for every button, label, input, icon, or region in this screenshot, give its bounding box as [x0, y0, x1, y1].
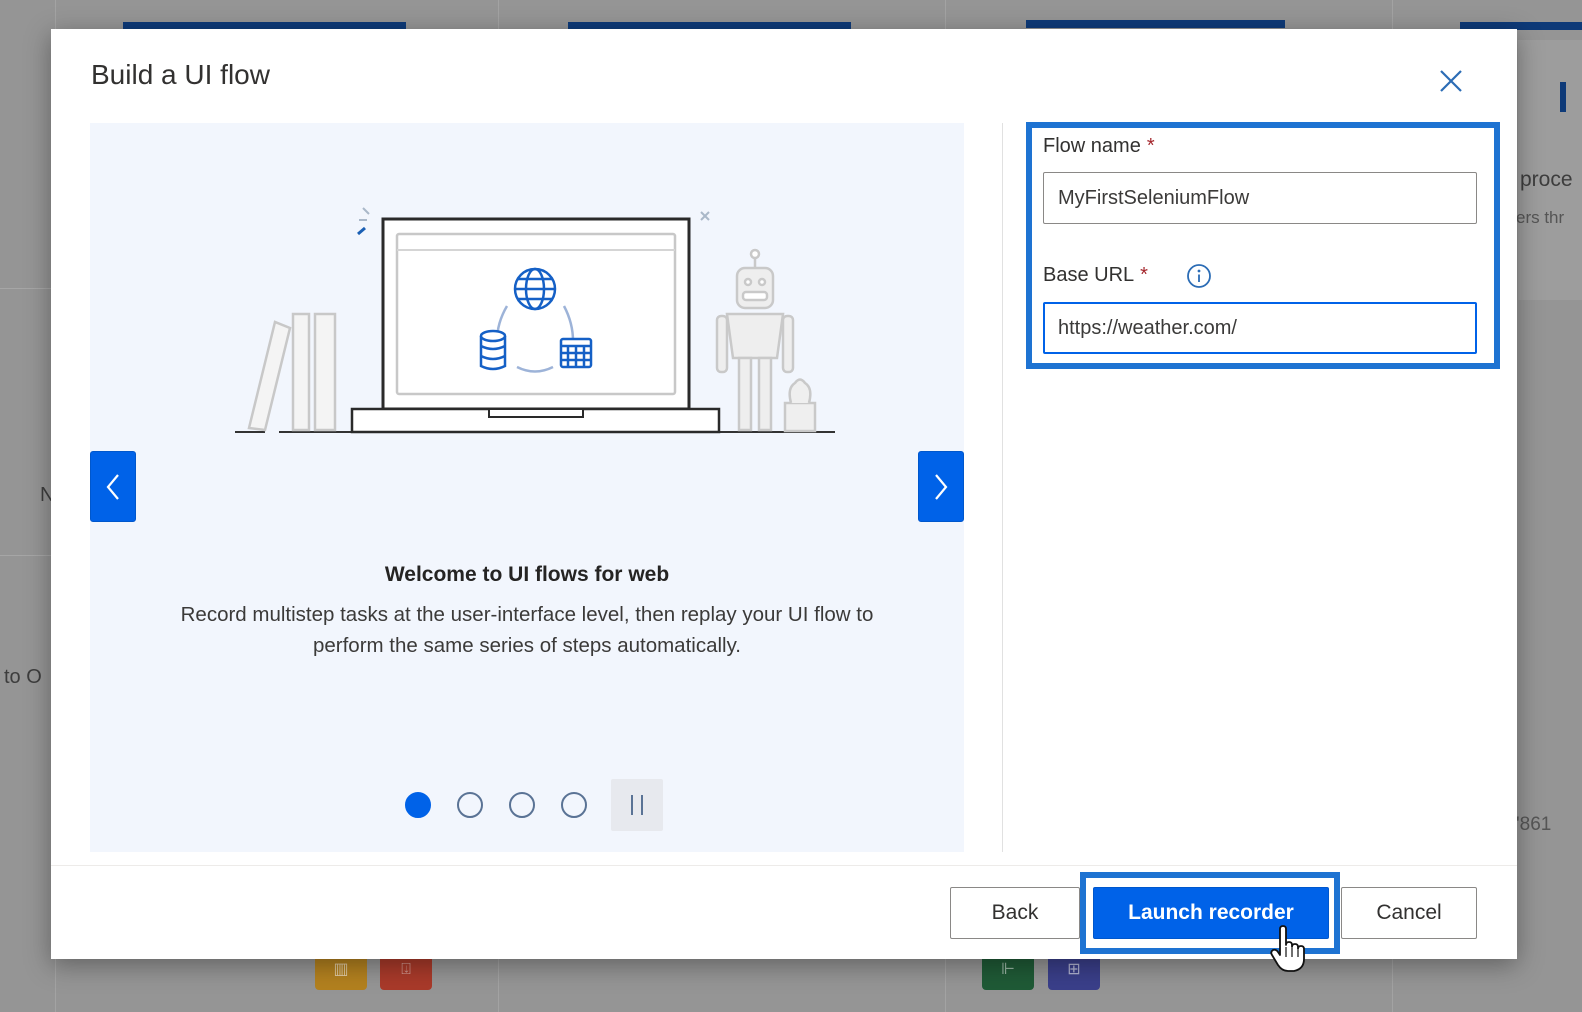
flow-name-label-text: Flow name — [1043, 135, 1141, 157]
base-url-label-text: Base URL — [1043, 264, 1135, 286]
bg-partial-text: to O — [4, 666, 42, 688]
bg-partial-number: '861 — [1516, 814, 1552, 835]
laptop-robot-illustration — [235, 207, 835, 434]
calculator-icon — [559, 337, 593, 369]
back-button[interactable]: Back — [950, 887, 1080, 939]
close-icon — [1440, 70, 1462, 92]
slide-description: Record multistep tasks at the user-inter… — [180, 603, 874, 657]
flow-name-label: Flow name * — [1043, 135, 1155, 158]
build-ui-flow-dialog: Build a UI flow Welcome to UI flows for … — [51, 29, 1517, 959]
dialog-title: Build a UI flow — [91, 59, 270, 90]
slide-dot-2[interactable] — [457, 792, 483, 818]
intro-carousel: Welcome to UI flows for web Record multi… — [90, 123, 964, 852]
slide-indicators — [405, 779, 663, 831]
footer-divider — [51, 865, 1517, 866]
bg-partial-text: ers thr — [1516, 208, 1565, 227]
cancel-button[interactable]: Cancel — [1341, 887, 1477, 939]
laptop-icon — [350, 217, 721, 434]
base-url-label: Base URL * — [1043, 264, 1148, 287]
previous-slide-button[interactable] — [90, 451, 136, 522]
pause-icon — [627, 795, 647, 815]
base-url-input[interactable] — [1043, 302, 1477, 354]
required-marker: * — [1140, 264, 1148, 286]
robot-icon — [715, 248, 817, 433]
panel-divider — [1002, 123, 1003, 852]
slide-dot-1[interactable] — [405, 792, 431, 818]
next-slide-button[interactable] — [918, 451, 964, 522]
pause-button[interactable] — [611, 779, 663, 831]
slide-dot-4[interactable] — [561, 792, 587, 818]
close-button[interactable] — [1435, 65, 1467, 97]
chevron-right-icon — [935, 473, 948, 500]
required-marker: * — [1146, 135, 1155, 157]
bg-card-bar — [1026, 20, 1285, 28]
bg-divider — [0, 555, 55, 556]
database-icon — [479, 329, 507, 371]
slide-title: Welcome to UI flows for web — [384, 563, 670, 586]
bg-partial-heading: proce — [1520, 168, 1573, 191]
bg-divider — [0, 288, 55, 289]
launch-recorder-button[interactable]: Launch recorder — [1093, 887, 1329, 939]
info-icon — [1187, 264, 1211, 288]
flow-name-input[interactable] — [1043, 172, 1477, 224]
bg-card-bar — [1560, 82, 1566, 112]
chevron-left-icon — [106, 473, 119, 500]
info-button[interactable] — [1186, 263, 1212, 289]
books-icon — [247, 312, 337, 432]
slide-dot-3[interactable] — [509, 792, 535, 818]
